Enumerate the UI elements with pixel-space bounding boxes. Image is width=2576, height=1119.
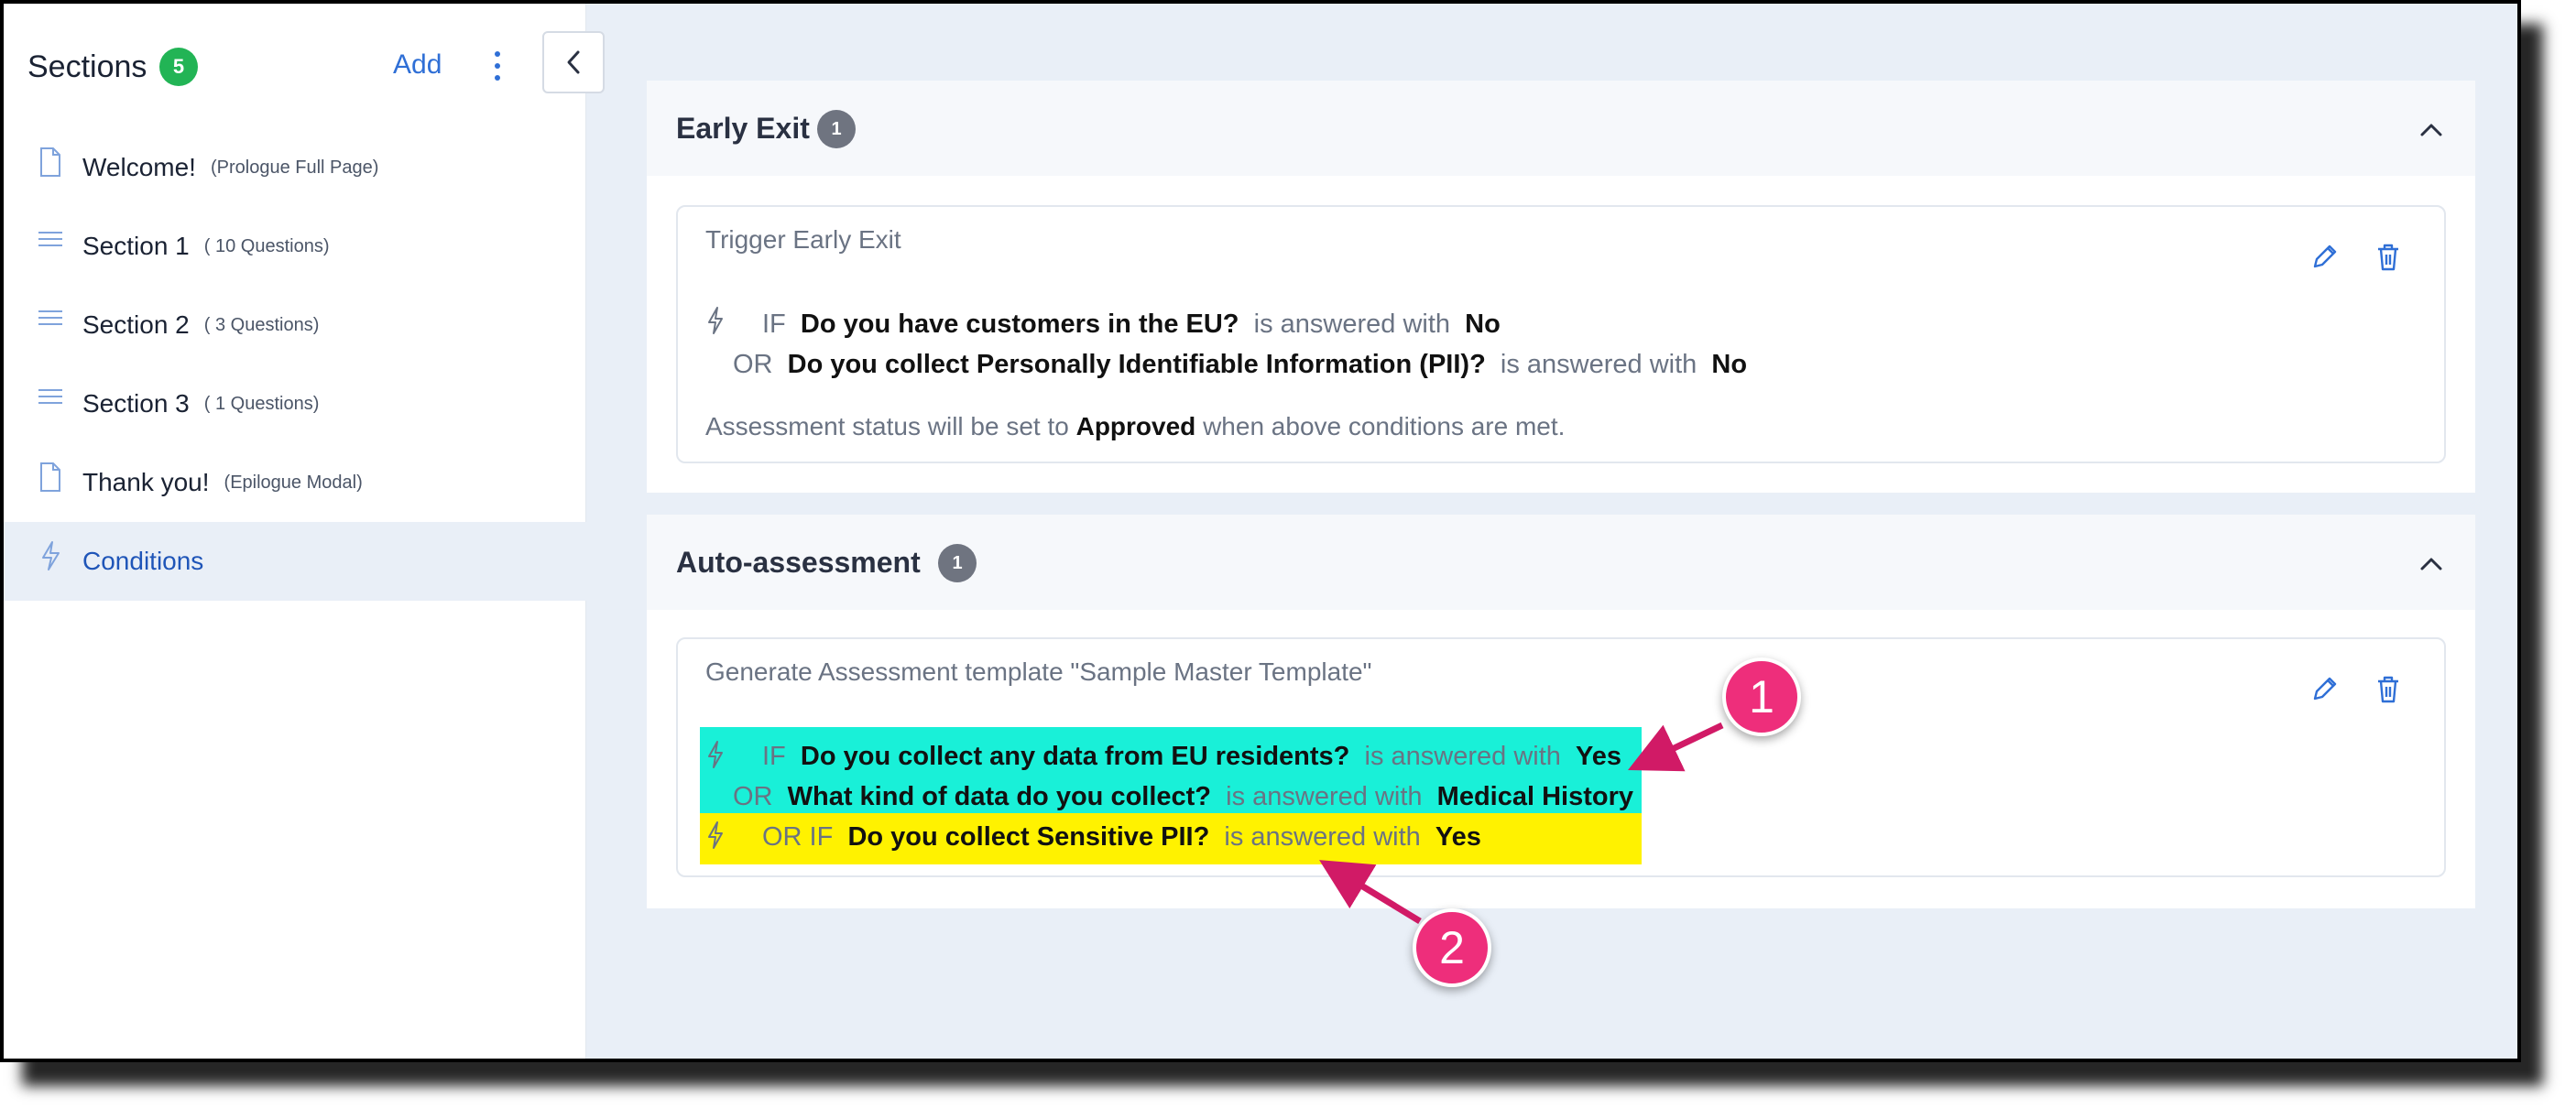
bolt-icon <box>708 741 723 768</box>
condition-answer: Yes <box>1435 822 1481 852</box>
sidebar-item-section-3[interactable]: Section 3 ( 1 Questions) <box>4 364 586 443</box>
condition-prefix: OR <box>733 782 773 811</box>
sidebar-item-label: Conditions <box>82 547 204 575</box>
condition-row: IF Do you have customers in the EU? is a… <box>762 310 1501 340</box>
panel-title: Early Exit <box>676 112 810 145</box>
bolt-icon <box>708 307 723 334</box>
condition-operator: is answered with <box>1224 822 1421 852</box>
condition-question: Do you collect Sensitive PII? <box>847 822 1210 852</box>
sidebar-item-sub: (Prologue Full Page) <box>210 157 379 178</box>
main-content: Early Exit 1 Trigger Early Exit IF Do yo… <box>590 4 2517 1059</box>
rule-title: Generate Assessment template "Sample Mas… <box>705 657 1372 686</box>
sidebar-item-label: Section 3 <box>82 389 190 418</box>
condition-prefix: IF <box>762 742 786 771</box>
condition-row: IF Do you collect any data from EU resid… <box>762 742 1621 772</box>
auto-assessment-count-badge: 1 <box>938 544 977 582</box>
condition-answer: No <box>1465 310 1501 339</box>
condition-question: Do you collect any data from EU resident… <box>800 742 1350 771</box>
delete-icon[interactable] <box>2371 240 2406 275</box>
app-window: Sections 5 Add Welcome! (Prologue Full P… <box>0 0 2521 1062</box>
sidebar-item-label: Section 2 <box>82 310 190 339</box>
condition-answer: No <box>1711 350 1748 379</box>
sections-list: Welcome! (Prologue Full Page) Section 1 … <box>4 128 586 601</box>
list-icon <box>38 232 62 246</box>
condition-operator: is answered with <box>1226 782 1423 811</box>
status-pre: Assessment status will be set to <box>705 412 1069 440</box>
sidebar-item-sub: (Epilogue Modal) <box>224 472 363 493</box>
condition-operator: is answered with <box>1253 310 1451 339</box>
auto-assessment-header[interactable]: Auto-assessment 1 <box>647 515 2475 610</box>
condition-operator: is answered with <box>1364 742 1561 771</box>
status-value: Approved <box>1075 412 1196 440</box>
sidebar-item-welcome[interactable]: Welcome! (Prologue Full Page) <box>4 128 586 207</box>
chevron-up-icon[interactable] <box>2415 548 2448 581</box>
bolt-icon <box>708 821 723 849</box>
condition-answer: Medical History <box>1436 782 1633 811</box>
panel-title: Auto-assessment <box>676 546 921 579</box>
collapse-sidebar-button[interactable] <box>542 31 605 93</box>
callout-2: 2 <box>1413 908 1491 987</box>
sidebar-item-sub: ( 10 Questions) <box>203 235 330 256</box>
condition-prefix: OR <box>733 350 773 379</box>
rule-title: Trigger Early Exit <box>705 225 901 254</box>
early-exit-rule-card: Trigger Early Exit IF Do you have custom… <box>676 205 2446 463</box>
sections-sidebar: Sections 5 Add Welcome! (Prologue Full P… <box>4 4 586 1059</box>
edit-icon[interactable] <box>2307 240 2341 275</box>
sidebar-item-section-2[interactable]: Section 2 ( 3 Questions) <box>4 286 586 364</box>
edit-icon[interactable] <box>2307 672 2341 707</box>
sidebar-title: Sections <box>27 49 147 84</box>
chevron-left-icon <box>567 50 580 74</box>
condition-prefix: OR IF <box>762 822 834 852</box>
sections-count-badge: 5 <box>159 48 198 86</box>
early-exit-panel: Early Exit 1 Trigger Early Exit IF Do yo… <box>647 81 2475 493</box>
auto-assessment-rule-card: Generate Assessment template "Sample Mas… <box>676 637 2446 877</box>
more-options-icon[interactable] <box>484 48 511 84</box>
callout-1: 1 <box>1722 657 1801 736</box>
early-exit-count-badge: 1 <box>817 110 856 148</box>
list-icon <box>38 310 62 325</box>
add-section-button[interactable]: Add <box>393 49 442 81</box>
status-text: Assessment status will be set to Approve… <box>705 412 1565 441</box>
page-icon <box>40 462 60 492</box>
condition-row: OR Do you collect Personally Identifiabl… <box>733 350 1747 380</box>
early-exit-header[interactable]: Early Exit 1 <box>647 81 2475 176</box>
condition-row: OR What kind of data do you collect? is … <box>733 782 1633 812</box>
sidebar-item-label: Thank you! <box>82 468 210 496</box>
auto-assessment-panel: Auto-assessment 1 Generate Assessment te… <box>647 515 2475 908</box>
sidebar-item-sub: ( 3 Questions) <box>203 314 320 335</box>
sidebar-item-conditions[interactable]: Conditions <box>4 522 586 601</box>
sidebar-header: Sections 5 Add <box>4 4 586 123</box>
condition-question: Do you collect Personally Identifiable I… <box>787 350 1486 379</box>
sidebar-item-thank-you[interactable]: Thank you! (Epilogue Modal) <box>4 443 586 522</box>
condition-prefix: IF <box>762 310 786 339</box>
list-icon <box>38 389 62 404</box>
sidebar-item-sub: ( 1 Questions) <box>203 393 320 414</box>
condition-row: OR IF Do you collect Sensitive PII? is a… <box>762 822 1481 853</box>
condition-question: Do you have customers in the EU? <box>800 310 1239 339</box>
delete-icon[interactable] <box>2371 672 2406 707</box>
condition-answer: Yes <box>1576 742 1622 771</box>
page-icon <box>40 147 60 177</box>
chevron-up-icon[interactable] <box>2415 114 2448 147</box>
sidebar-item-label: Welcome! <box>82 153 196 181</box>
bolt-icon <box>42 541 60 570</box>
status-post: when above conditions are met. <box>1203 412 1566 440</box>
condition-operator: is answered with <box>1500 350 1697 379</box>
condition-question: What kind of data do you collect? <box>787 782 1212 811</box>
sidebar-item-label: Section 1 <box>82 232 190 260</box>
sidebar-item-section-1[interactable]: Section 1 ( 10 Questions) <box>4 207 586 286</box>
